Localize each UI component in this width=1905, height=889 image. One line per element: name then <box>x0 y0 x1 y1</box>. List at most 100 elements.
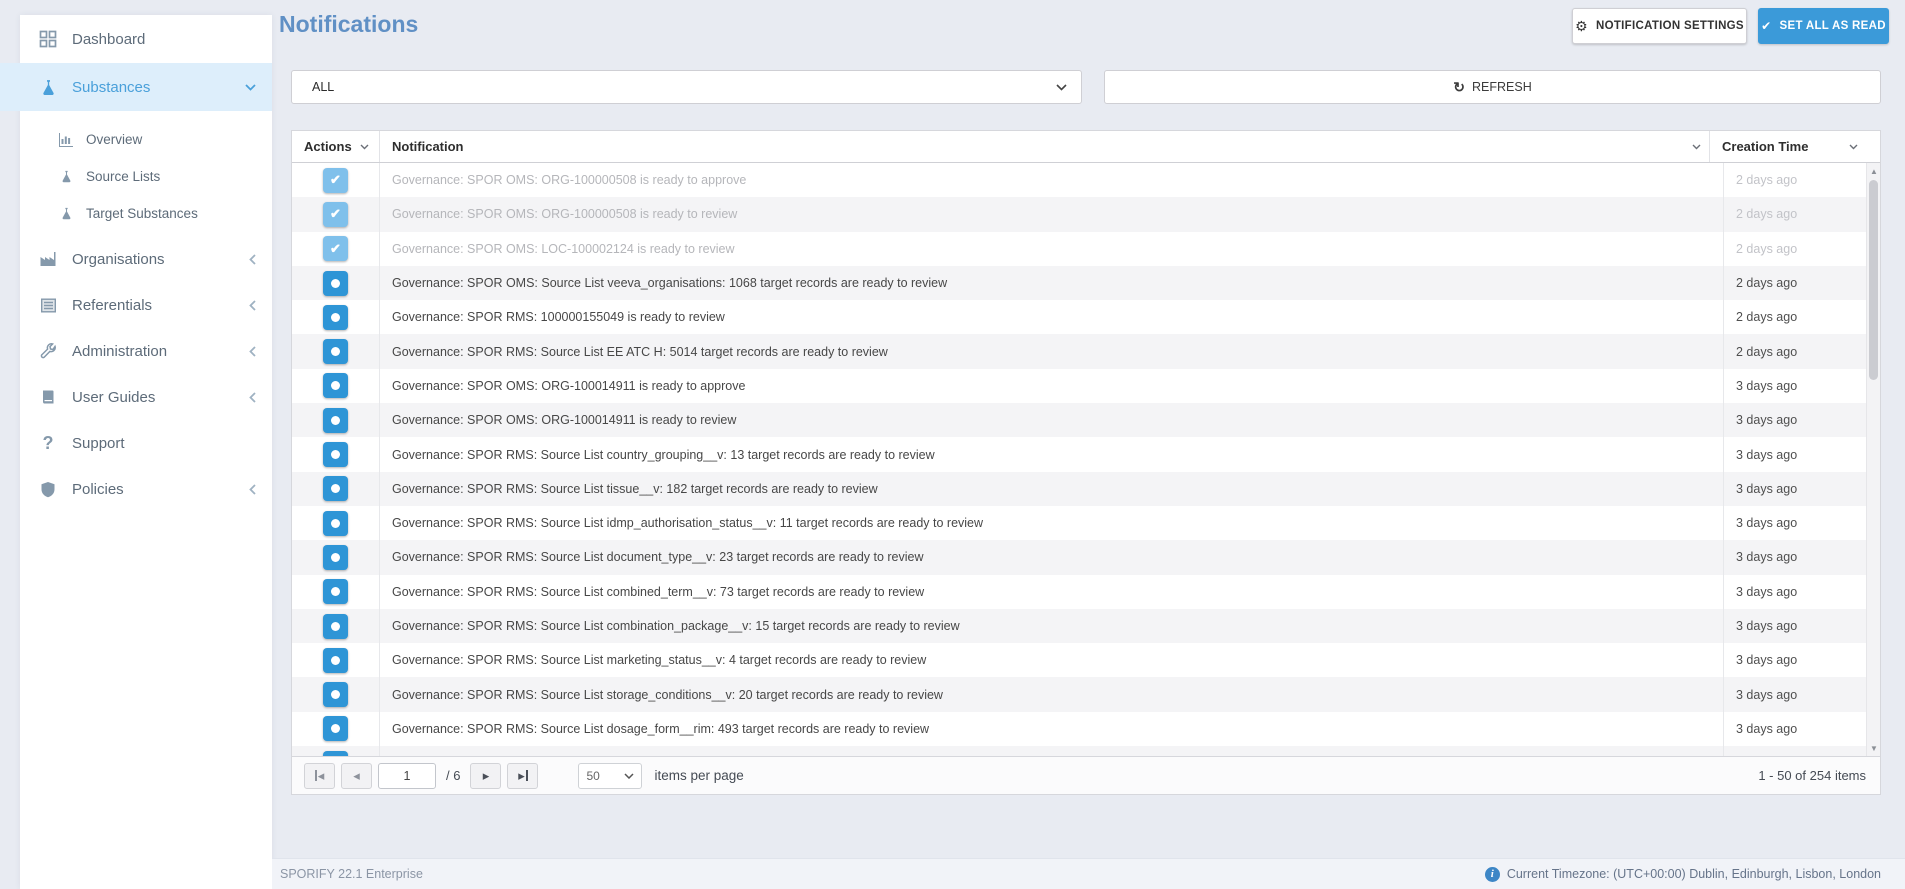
last-page-button[interactable]: ▸ <box>507 762 539 789</box>
toggle-read-button[interactable]: ✔ <box>323 339 348 365</box>
table-row[interactable]: ✔ Governance: SPOR RMS: Source List coun… <box>292 437 1866 472</box>
book-icon <box>36 389 60 405</box>
sidebar-item-support[interactable]: ? Support <box>20 420 272 466</box>
column-header-notification[interactable]: Notification <box>380 131 1710 162</box>
actions-cell: ✔ <box>292 505 380 541</box>
first-page-button[interactable]: ◂ <box>304 762 335 789</box>
refresh-button[interactable]: ↻ REFRESH <box>1104 70 1881 104</box>
table-row[interactable]: ✔ Governance: SPOR OMS: ORG-100000508 is… <box>292 163 1866 198</box>
table-row[interactable]: ✔ Governance: SPOR RMS: Source List comb… <box>292 608 1866 644</box>
toggle-read-button[interactable]: ✔ <box>323 373 348 399</box>
sidebar-item-overview[interactable]: Overview <box>20 121 272 158</box>
toggle-read-button[interactable]: ✔ <box>323 716 348 742</box>
grid-rows: ✔ Governance: SPOR OMS: ORG-100000508 is… <box>292 163 1866 756</box>
toggle-read-button[interactable]: ✔ <box>323 613 348 639</box>
unread-dot-icon <box>331 312 340 322</box>
notification-type-select[interactable]: ALL <box>291 70 1082 104</box>
sidebar-item-label: Referentials <box>72 296 153 314</box>
table-row[interactable]: ✔ Governance: SPOR OMS: ORG-100014911 is… <box>292 403 1866 438</box>
toggle-read-button[interactable]: ✔ <box>323 201 348 227</box>
toggle-read-button[interactable]: ✔ <box>323 167 348 193</box>
sidebar-item-user-guides[interactable]: User Guides <box>20 374 272 420</box>
arrow-right-icon: ▸ <box>482 767 490 783</box>
column-menu-chevron-icon[interactable] <box>360 144 369 150</box>
table-row[interactable]: ✔ Governance: SPOR OMS: LOC-100002124 is… <box>292 231 1866 266</box>
actions-cell: ✔ <box>292 265 380 301</box>
toggle-read-button[interactable]: ✔ <box>323 304 348 330</box>
scroll-up-icon[interactable]: ▲ <box>1867 164 1880 178</box>
notification-text: Governance: SPOR RMS: Source List countr… <box>380 437 1724 472</box>
footer: SPORIFY 22.1 Enterprise i Current Timezo… <box>272 858 1905 889</box>
toggle-read-button[interactable]: ✔ <box>323 442 348 468</box>
arrow-left-icon: ◂ <box>317 767 325 783</box>
actions-cell: ✔ <box>292 334 380 369</box>
sidebar-item-label: Policies <box>72 480 124 498</box>
sidebar-item-label: Administration <box>72 342 168 360</box>
column-label: Creation Time <box>1722 139 1809 154</box>
sidebar-item-referentials[interactable]: Referentials <box>20 282 272 328</box>
column-menu-chevron-icon[interactable] <box>1692 144 1701 150</box>
scroll-down-icon[interactable]: ▼ <box>1867 741 1880 755</box>
unread-dot-icon <box>331 450 340 460</box>
toggle-read-button[interactable]: ✔ <box>323 407 348 433</box>
creation-time-text: 3 days ago <box>1736 619 1798 633</box>
sidebar-item-target-substances[interactable]: Target Substances <box>20 195 272 232</box>
unread-dot-icon <box>331 724 340 734</box>
timezone-info: i Current Timezone: (UTC+00:00) Dublin, … <box>1484 866 1881 882</box>
sidebar-item-organisations[interactable]: Organisations <box>20 236 272 282</box>
table-row[interactable]: ✔ Governance: SPOR RMS: Source List EE A… <box>292 334 1866 369</box>
table-row[interactable]: ✔ Governance: SPOR RMS: 100000155049 is … <box>292 300 1866 335</box>
next-page-button[interactable]: ▸ <box>470 762 502 789</box>
chevron-left-icon <box>249 253 256 265</box>
table-row[interactable]: ✔ Governance: SPOR OMS: ORG-100014911 is… <box>292 368 1866 404</box>
unread-dot-icon <box>331 621 340 631</box>
grid-scrollbar[interactable]: ▲ ▼ <box>1866 163 1880 756</box>
previous-page-button[interactable]: ◂ <box>341 762 372 789</box>
sidebar-item-source-lists[interactable]: Source Lists <box>20 158 272 195</box>
table-row[interactable]: ✔ Governance: SPOR OMS: ORG-100000508 is… <box>292 197 1866 232</box>
table-row[interactable]: ✔ Governance: SPOR OMS: Source List veev… <box>292 265 1866 301</box>
toggle-read-button[interactable]: ✔ <box>323 510 348 536</box>
notification-text: Governance: SPOR RMS: Source List combin… <box>380 608 1724 644</box>
unread-dot-icon <box>331 690 340 700</box>
toggle-read-button[interactable]: ✔ <box>323 682 348 708</box>
notification-settings-button[interactable]: ⚙ NOTIFICATION SETTINGS <box>1572 8 1747 44</box>
table-row[interactable]: ✔ Governance: SPOR RMS: Source List dosa… <box>292 711 1866 747</box>
actions-cell: ✔ <box>292 403 380 438</box>
table-row[interactable]: ✔ Governance: SPOR RMS: Source List idmp… <box>292 505 1866 541</box>
toggle-read-button[interactable]: ✔ <box>323 647 348 673</box>
column-header-creation-time[interactable]: Creation Time <box>1710 131 1866 162</box>
column-header-actions[interactable]: Actions <box>292 131 380 162</box>
table-row[interactable]: ✔ Governance: SPOR RMS: Source List mark… <box>292 643 1866 678</box>
toggle-read-button[interactable]: ✔ <box>323 270 348 296</box>
toggle-read-button[interactable]: ✔ <box>323 236 348 262</box>
sidebar-item-policies[interactable]: Policies <box>20 466 272 512</box>
toggle-read-button[interactable]: ✔ <box>323 544 348 570</box>
list-icon <box>36 297 60 314</box>
toggle-read-button[interactable]: ✔ <box>323 579 348 605</box>
table-row[interactable]: ✔ Governance: SPOR RMS: Source List docu… <box>292 540 1866 575</box>
toggle-read-button[interactable]: ✔ <box>323 476 348 502</box>
table-row[interactable]: ✔ Governance: SPOR RMS: Source List unit… <box>292 746 1866 756</box>
creation-time-text: 3 days ago <box>1736 378 1798 393</box>
flask-icon <box>56 170 76 183</box>
sidebar-item-label: Substances <box>72 78 151 96</box>
page-number-input[interactable] <box>378 762 436 789</box>
unread-dot-icon <box>331 381 340 391</box>
creation-time-text: 2 days ago <box>1736 241 1798 256</box>
column-menu-chevron-icon[interactable] <box>1849 144 1858 150</box>
scrollbar-thumb[interactable] <box>1869 180 1878 380</box>
sidebar-item-dashboard[interactable]: Dashboard <box>20 15 272 63</box>
table-row[interactable]: ✔ Governance: SPOR RMS: Source List tiss… <box>292 471 1866 506</box>
flask-icon <box>56 207 76 220</box>
toggle-read-button[interactable]: ✔ <box>323 750 348 756</box>
table-row[interactable]: ✔ Governance: SPOR RMS: Source List comb… <box>292 574 1866 609</box>
page-count-label: / 6 <box>446 768 461 783</box>
set-all-as-read-button[interactable]: ✔ SET ALL AS READ <box>1758 8 1889 44</box>
page-size-select[interactable]: 50 <box>578 762 643 789</box>
sidebar-item-administration[interactable]: Administration <box>20 328 272 374</box>
sidebar-item-substances[interactable]: Substances <box>0 63 272 111</box>
seek-bar <box>525 770 528 781</box>
notification-settings-label: NOTIFICATION SETTINGS <box>1595 20 1744 32</box>
table-row[interactable]: ✔ Governance: SPOR RMS: Source List stor… <box>292 677 1866 712</box>
